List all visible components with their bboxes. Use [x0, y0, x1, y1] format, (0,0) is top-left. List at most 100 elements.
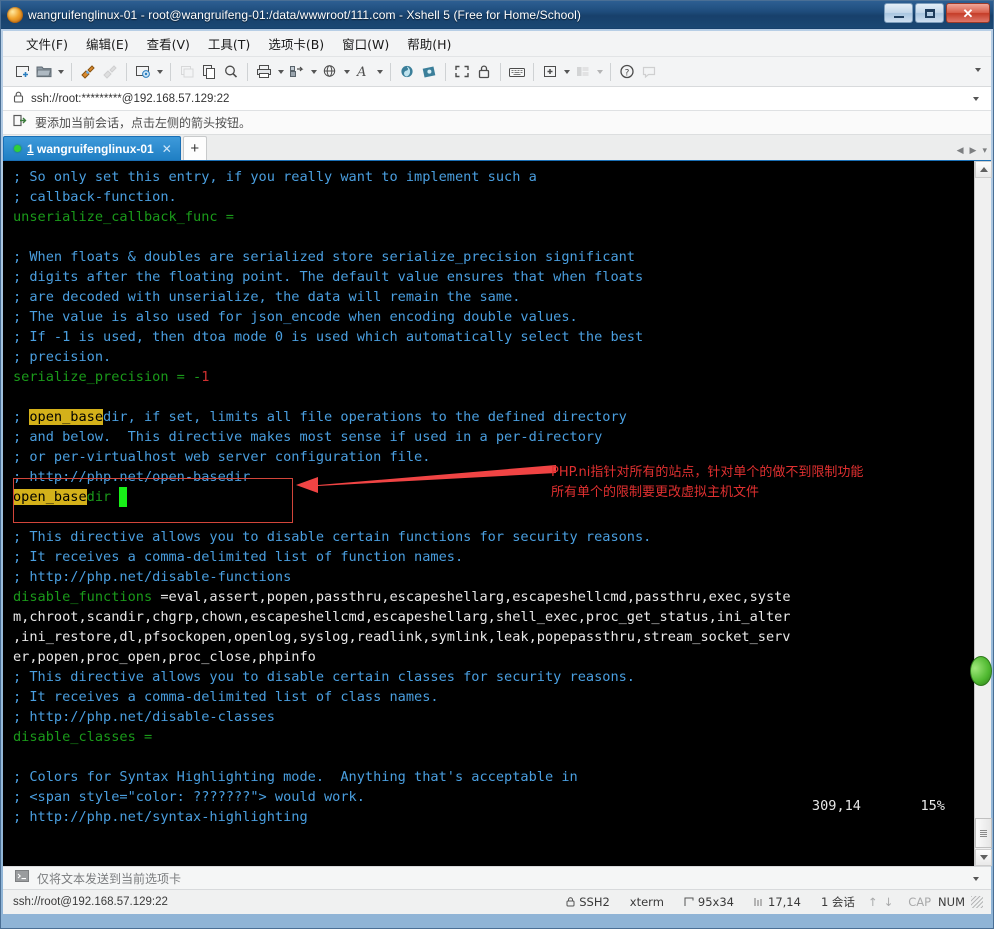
lock-icon — [566, 897, 575, 907]
terminal-line: disable_classes = — [13, 729, 153, 745]
open-folder-icon[interactable] — [33, 60, 55, 84]
terminal-scrollbar[interactable] — [974, 161, 992, 866]
address-bar[interactable]: ssh://root:*********@192.168.57.129:22 — [3, 87, 991, 111]
terminal-line: ,ini_restore,dl,pfsockopen,openlog,syslo… — [13, 629, 791, 645]
menu-edit[interactable]: 编辑(E) — [77, 31, 138, 56]
search-highlight: open_base — [13, 489, 87, 505]
copy-session-icon — [176, 60, 198, 84]
web-transfer-dropdown-caret[interactable] — [344, 69, 350, 74]
resize-grip[interactable] — [971, 896, 983, 908]
add-pane-dropdown-caret[interactable] — [564, 69, 570, 74]
toolbar-separator — [533, 62, 534, 81]
cursor-position-indicator: 309,14 — [811, 798, 861, 814]
terminal-line: ; http://php.net/disable-functions — [13, 569, 292, 585]
print-icon[interactable] — [253, 60, 275, 84]
connection-status-dot — [14, 145, 21, 152]
menu-file[interactable]: 文件(F) — [17, 31, 77, 56]
help-icon[interactable]: ? — [616, 60, 638, 84]
annotation-line-2: 所有单个的限制要更改虚拟主机文件 — [551, 485, 760, 500]
paste-icon[interactable] — [198, 60, 220, 84]
close-button[interactable]: ✕ — [946, 3, 990, 23]
session-properties-dropdown-caret[interactable] — [157, 69, 163, 74]
terminal-line: ; and below. This directive makes most s… — [13, 429, 603, 445]
toolbar-separator — [500, 62, 501, 81]
scroll-up-icon[interactable] — [975, 161, 992, 178]
position-icon — [754, 898, 762, 906]
status-right-group: SSH2 xterm 95x34 17,14 1 会话 ↑ ↓ CAP NUM — [556, 894, 983, 910]
status-caps-lock: CAP — [908, 895, 932, 909]
menu-tabs[interactable]: 选项卡(B) — [259, 31, 333, 56]
terminal-line: serialize_precision = -1 — [13, 369, 210, 385]
status-cursor-position: 17,14 — [744, 895, 811, 909]
terminal-line: er,popen,proc_open,proc_close,phpinfo — [13, 649, 316, 665]
new-tab-button[interactable]: + — [182, 136, 207, 160]
web-transfer-icon[interactable] — [319, 60, 341, 84]
minimize-button[interactable] — [884, 3, 913, 23]
xshell-window: wangruifenglinux-01 - root@wangruifeng-0… — [0, 0, 994, 929]
toolbar-separator — [610, 62, 611, 81]
status-terminal-type: xterm — [629, 895, 664, 909]
address-dropdown-caret[interactable] — [973, 97, 979, 101]
status-protocol: SSH2 — [556, 895, 620, 909]
session-notice-text: 要添加当前会话，点击左侧的箭头按钮。 — [35, 116, 252, 130]
terminal-line: ; http://php.net/disable-classes — [13, 709, 275, 725]
connect-icon[interactable] — [77, 60, 99, 84]
terminal-line: ; It receives a comma-delimited list of … — [13, 689, 439, 705]
tab-bar: 1 wangruifenglinux-01 ✕ + ◀ ▶ ▾ — [3, 135, 991, 161]
terminal-line: disable_functions =eval,assert,popen,pas… — [13, 589, 791, 605]
send-text-label: 仅将文本发送到当前选项卡 — [37, 871, 182, 886]
new-session-icon[interactable] — [11, 60, 33, 84]
terminal-line: ; Colors for Syntax Highlighting mode. A… — [13, 769, 578, 785]
menu-tools[interactable]: 工具(T) — [199, 31, 259, 56]
menu-window[interactable]: 窗口(W) — [333, 31, 398, 56]
font-dropdown-caret[interactable] — [377, 69, 383, 74]
status-scroll-up-icon[interactable]: ↑ — [865, 895, 881, 909]
keyboard-icon[interactable] — [506, 60, 528, 84]
xshell-icon — [7, 6, 23, 23]
tab-prev-icon[interactable]: ◀ — [957, 145, 964, 156]
terminal-line: ; callback-function. — [13, 189, 177, 205]
session-notice-bar: 要添加当前会话，点击左侧的箭头按钮。 — [3, 111, 991, 135]
send-text-bar[interactable]: 仅将文本发送到当前选项卡 — [3, 866, 991, 890]
layout-icon — [572, 60, 594, 84]
tab-wangruifenglinux-01[interactable]: 1 wangruifenglinux-01 ✕ — [3, 136, 181, 160]
print-dropdown-caret[interactable] — [278, 69, 284, 74]
open-folder-dropdown-caret[interactable] — [58, 69, 64, 74]
resize-icon — [684, 897, 694, 906]
terminal-line: ; precision. — [13, 349, 112, 365]
terminal-output[interactable]: ; So only set this entry, if you really … — [3, 161, 974, 866]
toolbar-separator — [71, 62, 72, 81]
scroll-down-icon[interactable] — [975, 849, 992, 866]
close-icon[interactable]: ✕ — [162, 142, 172, 156]
font-icon[interactable]: A — [352, 60, 374, 84]
find-icon[interactable] — [220, 60, 242, 84]
session-properties-icon[interactable] — [132, 60, 154, 84]
fullscreen-icon[interactable] — [451, 60, 473, 84]
toolbar-overflow-caret[interactable] — [975, 68, 981, 72]
title-bar[interactable]: wangruifenglinux-01 - root@wangruifeng-0… — [1, 1, 993, 29]
svg-text:A: A — [356, 65, 366, 80]
transfer-dropdown-caret[interactable] — [311, 69, 317, 74]
add-session-icon[interactable] — [13, 114, 27, 132]
annotation-line-1: PHP.ni指针对所有的站点，针对单个的做不到限制功能 — [551, 465, 864, 480]
menu-help[interactable]: 帮助(H) — [398, 31, 460, 56]
tab-next-icon[interactable]: ▶ — [970, 145, 977, 156]
tab-menu-icon[interactable]: ▾ — [982, 145, 987, 156]
terminal-line: ; digits after the floating point. The d… — [13, 269, 644, 285]
lock-icon[interactable] — [473, 60, 495, 84]
transfer-icon[interactable] — [286, 60, 308, 84]
send-target-dropdown-caret[interactable] — [973, 877, 979, 881]
add-pane-icon[interactable] — [539, 60, 561, 84]
menu-view[interactable]: 查看(V) — [138, 31, 199, 56]
terminal-line: ; So only set this entry, if you really … — [13, 169, 537, 185]
xftp-alt-icon[interactable] — [418, 60, 440, 84]
status-scroll-down-icon[interactable]: ↓ — [881, 895, 897, 909]
status-num-lock: NUM — [938, 895, 965, 909]
xftp-icon[interactable] — [396, 60, 418, 84]
scrollbar-thumb[interactable] — [975, 818, 992, 848]
maximize-button[interactable] — [915, 3, 944, 23]
address-input[interactable]: ssh://root:*********@192.168.57.129:22 — [31, 93, 229, 105]
status-size: 95x34 — [674, 895, 744, 909]
